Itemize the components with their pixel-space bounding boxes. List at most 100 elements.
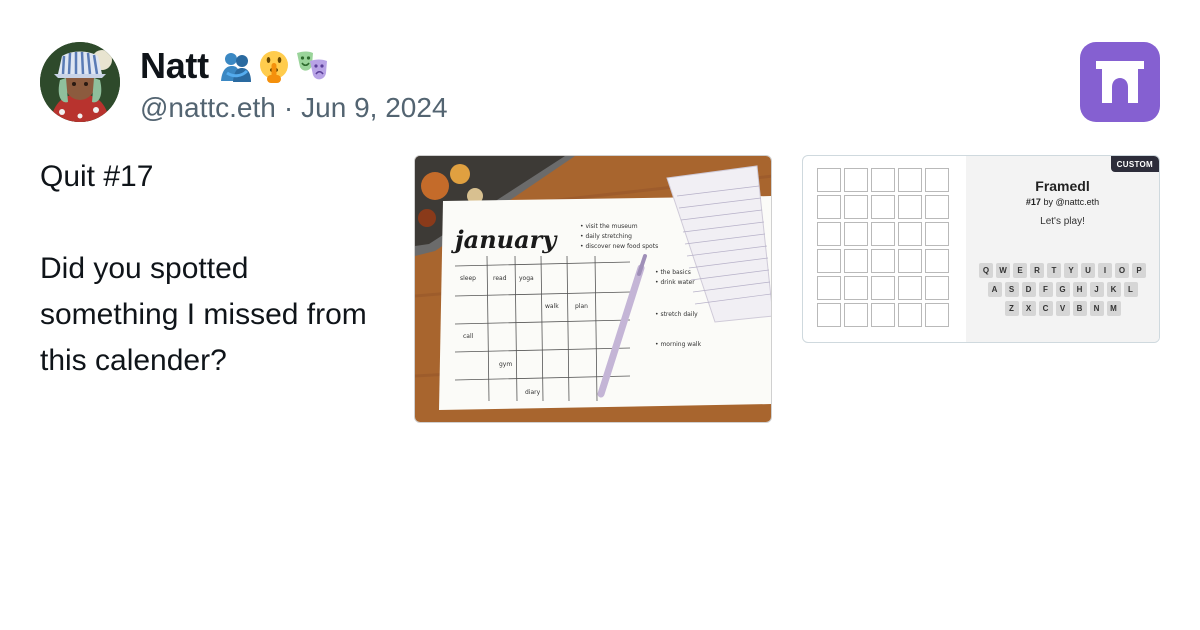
game-prompt: Let's play!: [1040, 216, 1085, 227]
key-d[interactable]: D: [1021, 282, 1036, 297]
calendar-photo-icon: january sleep read yoga walk plan call gym di…: [415, 156, 771, 422]
key-r[interactable]: R: [1030, 263, 1044, 278]
grid-cell: [871, 249, 895, 273]
grid-cell: [817, 249, 841, 273]
post-meta: @nattc.eth · Jun 9, 2024: [140, 92, 448, 124]
key-g[interactable]: G: [1055, 282, 1070, 297]
frame-info-panel: CUSTOM Framedl #17 by @nattc.eth Let's p…: [966, 156, 1159, 342]
key-c[interactable]: C: [1038, 301, 1053, 316]
onscreen-keyboard: QWERTYUIOPASDFGHJKLZXCVBNM: [966, 263, 1159, 316]
key-t[interactable]: T: [1047, 263, 1061, 278]
key-f[interactable]: F: [1038, 282, 1053, 297]
key-w[interactable]: W: [996, 263, 1010, 278]
key-o[interactable]: O: [1115, 263, 1129, 278]
grid-cell: [817, 276, 841, 300]
svg-text:• daily stretching: • daily stretching: [580, 233, 632, 240]
grid-cell: [925, 195, 949, 219]
post-text-line: Quit #17: [40, 160, 154, 193]
grid-cell: [844, 276, 868, 300]
grid-cell: [925, 276, 949, 300]
key-a[interactable]: A: [987, 282, 1002, 297]
avatar-illustration: [40, 42, 120, 122]
svg-text:• morning walk: • morning walk: [655, 341, 702, 348]
calendar-handwritten-title: january: [451, 225, 558, 254]
svg-text:read: read: [493, 275, 507, 282]
svg-text:• discover new food spots: • discover new food spots: [580, 243, 658, 250]
key-b[interactable]: B: [1072, 301, 1087, 316]
game-number: #17: [1025, 197, 1041, 207]
grid-cell: [817, 168, 841, 192]
author-name[interactable]: Natt: [140, 45, 209, 87]
post-text-line: [40, 200, 380, 246]
svg-text:call: call: [463, 333, 474, 340]
grid-cell: [925, 249, 949, 273]
author-emojis: [219, 49, 329, 83]
key-j[interactable]: J: [1089, 282, 1104, 297]
game-subtitle: #17 by @nattc.eth: [966, 197, 1159, 207]
author-name-row: Natt: [140, 42, 448, 90]
frame-app-logo[interactable]: [1080, 42, 1160, 122]
key-v[interactable]: V: [1055, 301, 1070, 316]
author-handle[interactable]: @nattc.eth: [140, 92, 276, 124]
grid-cell: [925, 168, 949, 192]
grid-cell: [898, 276, 922, 300]
key-q[interactable]: Q: [979, 263, 993, 278]
custom-badge: CUSTOM: [1110, 156, 1159, 172]
key-h[interactable]: H: [1072, 282, 1087, 297]
key-y[interactable]: Y: [1064, 263, 1078, 278]
svg-text:sleep: sleep: [460, 275, 476, 282]
svg-text:gym: gym: [499, 361, 512, 368]
grid-cell: [871, 168, 895, 192]
shushing-face-icon: [259, 51, 288, 83]
key-k[interactable]: K: [1106, 282, 1121, 297]
game-title: Framedl: [1035, 178, 1090, 194]
keyboard-row: QWERTYUIOP: [979, 263, 1146, 278]
grid-cell: [871, 195, 895, 219]
key-u[interactable]: U: [1081, 263, 1095, 278]
grid-cell: [925, 303, 949, 327]
author-block: Natt @nattc.eth · Jun 9, 2024: [140, 42, 448, 124]
key-i[interactable]: I: [1098, 263, 1112, 278]
post-text: Quit #17 Did you spotted something I mis…: [40, 154, 380, 384]
embedded-photo[interactable]: january sleep read yoga walk plan call gym di…: [414, 155, 772, 423]
key-z[interactable]: Z: [1004, 301, 1019, 316]
svg-text:• drink water: • drink water: [655, 279, 695, 286]
grid-cell: [844, 195, 868, 219]
keyboard-row: ZXCVBNM: [1004, 301, 1121, 316]
grid-cell: [817, 303, 841, 327]
meta-separator: ·: [283, 92, 294, 123]
grid-cell: [871, 303, 895, 327]
keyboard-row: ASDFGHJKL: [987, 282, 1138, 297]
grid-cell: [898, 222, 922, 246]
key-n[interactable]: N: [1089, 301, 1104, 316]
grid-cell: [898, 168, 922, 192]
svg-text:plan: plan: [575, 303, 588, 310]
key-e[interactable]: E: [1013, 263, 1027, 278]
key-p[interactable]: P: [1132, 263, 1146, 278]
key-x[interactable]: X: [1021, 301, 1036, 316]
svg-text:walk: walk: [545, 303, 559, 310]
grid-cell: [844, 222, 868, 246]
performing-arts-icon: [296, 51, 327, 80]
grid-cell: [898, 249, 922, 273]
frame-embed-card[interactable]: CUSTOM Framedl #17 by @nattc.eth Let's p…: [802, 155, 1160, 343]
svg-text:• the basics: • the basics: [655, 269, 691, 276]
svg-text:diary: diary: [525, 389, 541, 396]
grid-cell: [844, 249, 868, 273]
game-by: by @nattc.eth: [1043, 197, 1100, 207]
arch-logo-icon: [1096, 61, 1144, 103]
grid-cell: [871, 222, 895, 246]
grid-cell: [817, 195, 841, 219]
key-l[interactable]: L: [1123, 282, 1138, 297]
grid-cell: [871, 276, 895, 300]
post-date[interactable]: Jun 9, 2024: [301, 92, 447, 124]
grid-cell: [844, 168, 868, 192]
grid-cell: [844, 303, 868, 327]
key-m[interactable]: M: [1106, 301, 1121, 316]
grid-cell: [925, 222, 949, 246]
grid-cell: [817, 222, 841, 246]
guess-grid: [803, 156, 966, 342]
svg-text:• visit the museum: • visit the museum: [580, 223, 638, 230]
key-s[interactable]: S: [1004, 282, 1019, 297]
author-avatar[interactable]: [40, 42, 120, 122]
